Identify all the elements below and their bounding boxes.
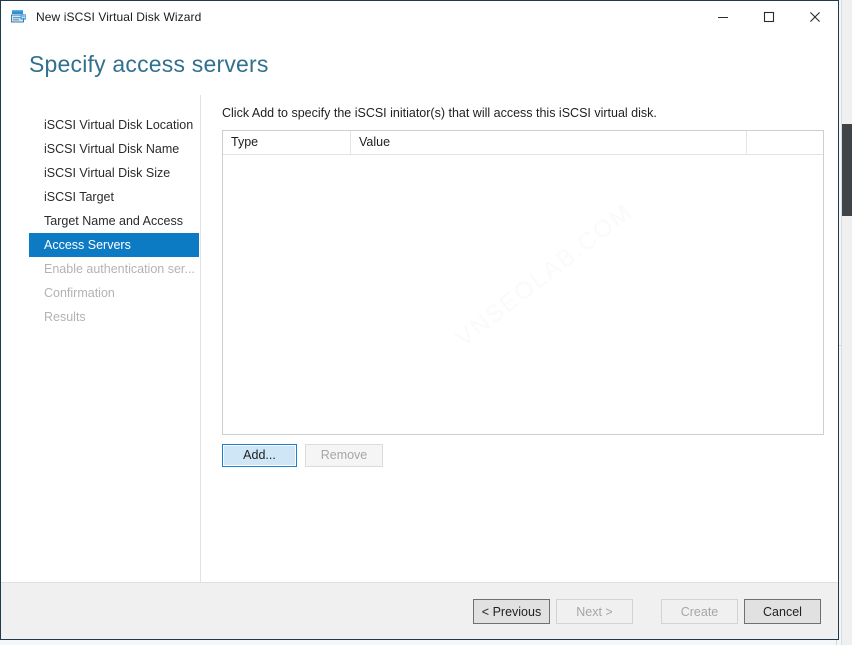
sidebar-item-iscsi-target[interactable]: iSCSI Target: [29, 185, 199, 209]
cancel-button[interactable]: Cancel: [744, 598, 821, 624]
access-servers-list[interactable]: Type Value VNSEOLAB.COM: [222, 130, 824, 435]
page-header: Specify access servers: [1, 33, 838, 95]
minimize-icon: [718, 16, 728, 18]
list-header-row: Type Value: [223, 131, 823, 155]
sidebar-item-iscsi-virtual-disk-name[interactable]: iSCSI Virtual Disk Name: [29, 137, 199, 161]
page-title: Specify access servers: [29, 50, 269, 77]
iscsi-virtual-disk-icon: [11, 9, 26, 22]
background-scrollbar-thumb[interactable]: [842, 124, 852, 216]
sidebar-item-access-servers[interactable]: Access Servers: [29, 233, 199, 257]
window-controls: [700, 1, 838, 32]
next-button: Next >: [556, 598, 633, 624]
close-button[interactable]: [792, 1, 838, 32]
window-title: New iSCSI Virtual Disk Wizard: [36, 9, 202, 24]
new-iscsi-virtual-disk-wizard-dialog: New iSCSI Virtual Disk Wizard Specify ac…: [0, 0, 839, 640]
sidebar-item-iscsi-virtual-disk-size[interactable]: iSCSI Virtual Disk Size: [29, 161, 199, 185]
list-action-buttons: Add... Remove: [222, 444, 824, 467]
wizard-step-nav: iSCSI Virtual Disk Location iSCSI Virtua…: [1, 95, 201, 582]
sidebar-item-results: Results: [44, 310, 86, 324]
sidebar-item-enable-authentication-service: Enable authentication ser...: [44, 262, 195, 276]
background-scrollbar-track[interactable]: [841, 0, 852, 645]
sidebar-item-confirmation: Confirmation: [44, 286, 115, 300]
column-header-type[interactable]: Type: [223, 131, 351, 154]
create-button: Create: [661, 598, 738, 624]
previous-button[interactable]: < Previous: [473, 598, 550, 624]
remove-button: Remove: [305, 444, 383, 467]
column-header-value[interactable]: Value: [351, 131, 747, 154]
sidebar-item-target-name-and-access[interactable]: Target Name and Access: [29, 209, 199, 233]
list-body-empty[interactable]: VNSEOLAB.COM: [223, 155, 823, 434]
column-header-extra[interactable]: [747, 131, 823, 154]
minimize-button[interactable]: [700, 1, 746, 32]
maximize-button[interactable]: [746, 1, 792, 32]
instruction-text: Click Add to specify the iSCSI initiator…: [222, 106, 657, 120]
maximize-icon: [763, 11, 775, 22]
watermark-text: VNSEOLAB.COM: [451, 197, 638, 353]
wizard-footer: < Previous Next > Create Cancel: [1, 582, 838, 639]
sidebar-item-iscsi-virtual-disk-location[interactable]: iSCSI Virtual Disk Location: [29, 113, 199, 137]
close-icon: [810, 11, 820, 22]
content-pane: Click Add to specify the iSCSI initiator…: [201, 95, 838, 582]
add-button[interactable]: Add...: [222, 444, 297, 467]
dialog-body: iSCSI Virtual Disk Location iSCSI Virtua…: [1, 95, 838, 582]
title-bar[interactable]: New iSCSI Virtual Disk Wizard: [1, 1, 838, 33]
